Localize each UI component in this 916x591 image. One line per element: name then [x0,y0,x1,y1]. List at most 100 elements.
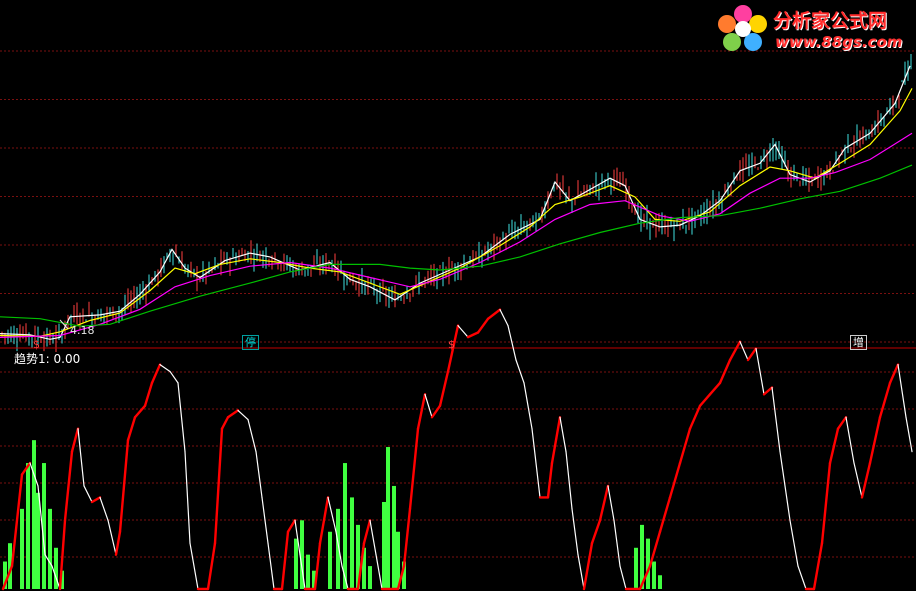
trend-segment [255,451,263,498]
trend-segment [698,393,712,407]
trend-segment [70,427,80,453]
trend-segment [728,340,742,362]
trend-segment [739,341,749,361]
trend-segment [424,393,433,418]
trend-segment [237,409,249,421]
trend-segment [90,496,102,504]
trend-segment [189,542,199,590]
trend-segment [408,427,420,511]
histogram-bar [646,538,650,589]
trend-segment [845,416,855,464]
trend-segment [550,416,562,465]
watermark-url: www.88gs.com [775,33,903,51]
trend-segment [789,519,799,567]
trend-segment [438,370,450,407]
price-candles [1,53,912,353]
histogram-bar [350,497,354,589]
trend-segment [83,485,93,503]
histogram-bar [368,566,372,589]
trend-segment [531,428,541,498]
watermark-logo [718,5,767,51]
trend-segment [762,386,774,396]
histogram-bar [652,561,656,589]
histogram-bar [634,547,638,589]
histogram-bar [32,440,36,589]
trend-segment [836,416,848,430]
trend-segment [565,451,573,510]
trend-segment [118,438,130,533]
trend-segment [853,462,863,498]
trend-segment [708,381,722,396]
trend-segment [613,519,621,567]
trend-segment [499,309,509,327]
trend-segment [668,461,682,499]
trend-segment [430,404,442,419]
indicator-panel-grid [0,371,916,558]
histogram-bar [386,447,390,589]
trend-segment [77,428,85,487]
trend-segment [812,542,824,591]
histogram-bar [382,501,386,589]
histogram-bar [48,508,52,589]
trend-segment [220,416,230,430]
trend-segment [658,496,672,533]
histogram-bar [328,531,332,589]
trend-segment [143,381,154,407]
low-price-label: 4.18 [70,324,95,337]
trend-segment [878,381,892,419]
trend-segment [416,393,427,430]
trend-segment [327,496,337,533]
trend-segment [99,496,109,521]
trend-segment [133,404,147,419]
indicator-label: 趋势1: 0.00 [14,352,81,366]
trend-segment [688,404,702,430]
trend-segment [797,565,807,590]
stock-chart [0,50,916,591]
trend-segment [486,308,502,320]
histogram-bar [392,485,396,589]
trend-segment [267,542,275,590]
trend-segment [177,382,186,453]
trend-segment [114,530,122,556]
trend-segment [402,507,412,568]
trend-segment [571,508,579,556]
signal-stop: 停 [242,335,259,350]
trend-segment [546,461,554,499]
histogram-bar [36,492,40,589]
histogram-bar [306,554,310,589]
trend-segment [126,416,137,442]
trend-segment [577,554,585,590]
trend-segment [476,317,490,334]
trend-segment [107,519,117,556]
trend-segment [590,519,602,545]
trend-segment [261,496,269,544]
trend-segment [515,359,525,384]
signal-dollar-2: $ [448,338,455,351]
trend-segment [507,325,517,361]
indicator-trend-line [1,308,913,591]
trend-segment [159,363,171,373]
trend-segment [63,450,74,522]
trend-segment [369,519,377,556]
trend-segment [779,451,791,521]
trend-segment [860,461,872,499]
trend-segment [280,530,290,591]
histogram-bar [20,508,24,589]
trend-segment [206,542,217,591]
trend-segment [607,485,615,521]
trend-segment [466,331,480,339]
trend-segment [184,451,191,544]
trend-segment [169,370,179,384]
trend-segment [150,363,162,385]
trend-segment [598,484,610,522]
trend-segment [582,542,594,591]
trend-segment [226,409,240,419]
histogram-bar [294,538,298,589]
trend-segment [718,358,732,385]
trend-segment [888,363,900,385]
trend-segment [313,542,322,591]
trend-segment [619,565,627,590]
trend-segment [523,382,533,430]
trend-segment [755,347,765,395]
trend-segment [868,416,882,465]
